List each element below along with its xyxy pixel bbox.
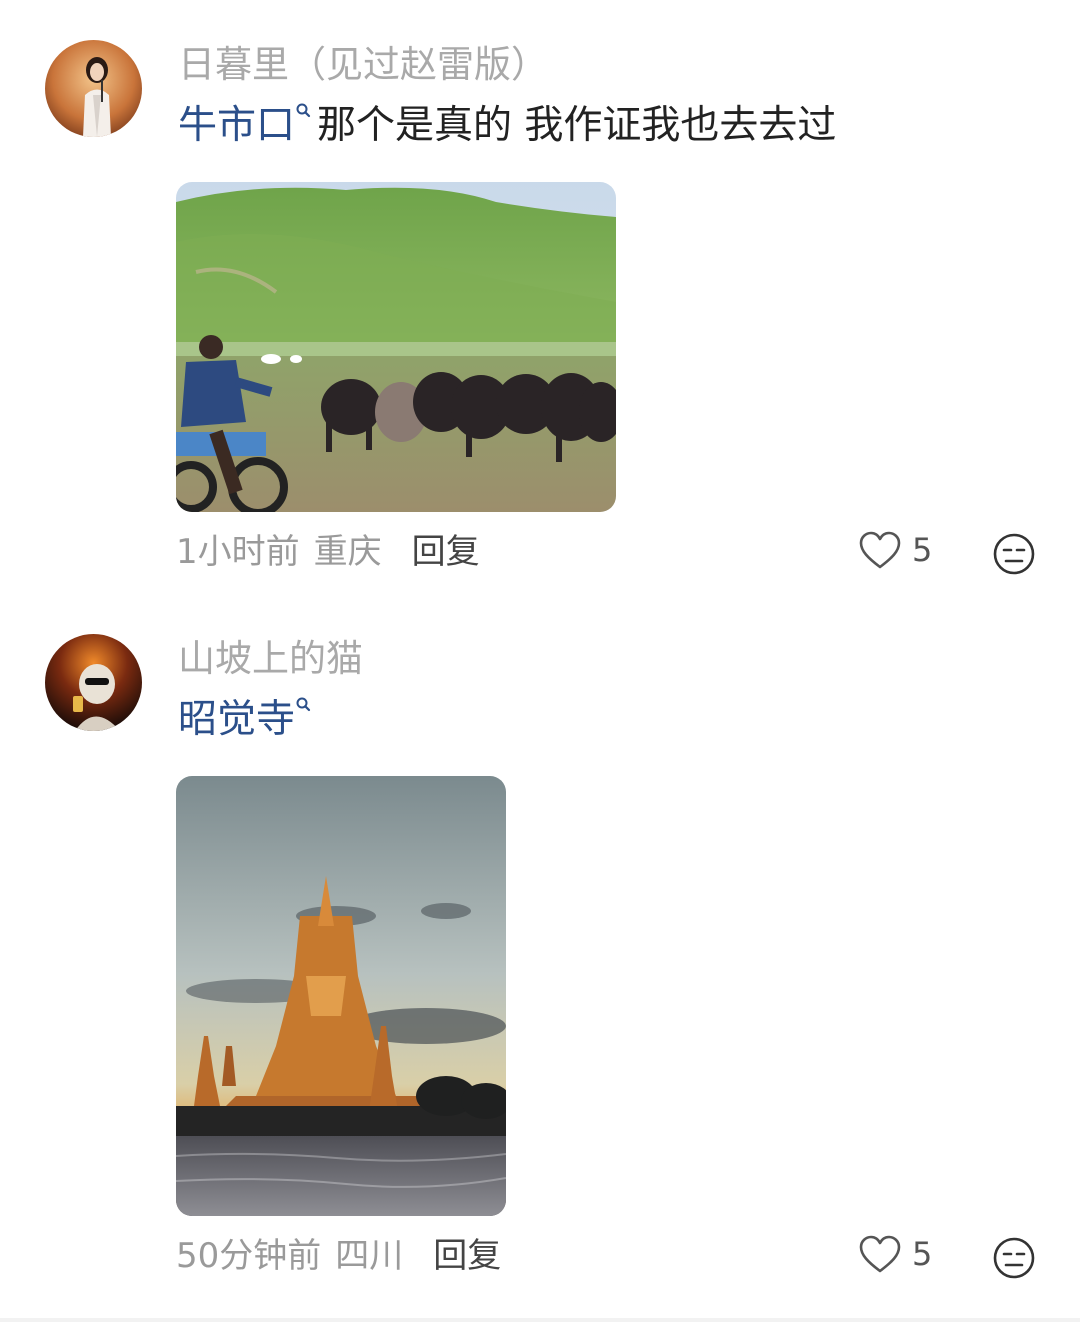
comment-text: 牛市口 那个是真的 我作证我也去去过	[178, 103, 837, 148]
keyword-link[interactable]: 昭觉寺	[178, 697, 295, 742]
dislike-button[interactable]	[992, 1236, 1036, 1280]
meh-face-icon	[993, 533, 1035, 575]
comment-meta: 50分钟前 四川 回复	[176, 1239, 501, 1273]
comment-time: 1小时前	[176, 532, 300, 572]
comment-location: 重庆	[313, 532, 382, 572]
comment-body: 那个是真的 我作证我也去去过	[317, 103, 837, 148]
username[interactable]: 山坡上的猫	[178, 640, 363, 677]
like-button[interactable]: 5	[858, 1234, 932, 1274]
divider	[0, 1318, 1080, 1322]
heart-icon	[859, 531, 901, 569]
heart-icon	[859, 1235, 901, 1273]
like-count: 5	[912, 1235, 933, 1273]
reply-button[interactable]: 回复	[433, 1236, 501, 1276]
comment-image[interactable]	[176, 776, 506, 1216]
like-count: 5	[912, 531, 933, 569]
comment-item: 日暮里（见过赵雷版） 牛市口 那个是真的 我作证我也去去过 1小时前 重庆 回复…	[0, 0, 1080, 600]
avatar[interactable]	[45, 634, 142, 731]
avatar[interactable]	[45, 40, 142, 137]
comment-text: 昭觉寺	[178, 697, 317, 742]
like-button[interactable]: 5	[858, 530, 932, 570]
comment-meta: 1小时前 重庆 回复	[176, 535, 480, 569]
comment-image[interactable]	[176, 182, 616, 512]
reply-button[interactable]: 回复	[412, 532, 480, 572]
comment-location: 四川	[335, 1236, 404, 1276]
meh-face-icon	[993, 1237, 1035, 1279]
search-icon[interactable]	[295, 102, 313, 122]
username[interactable]: 日暮里（见过赵雷版）	[178, 46, 548, 83]
search-icon[interactable]	[295, 696, 313, 716]
comment-time: 50分钟前	[176, 1236, 322, 1276]
keyword-link[interactable]: 牛市口	[178, 103, 295, 148]
dislike-button[interactable]	[992, 532, 1036, 576]
comment-item: 山坡上的猫 昭觉寺 50分钟前 四川 回复 5	[0, 600, 1080, 1315]
